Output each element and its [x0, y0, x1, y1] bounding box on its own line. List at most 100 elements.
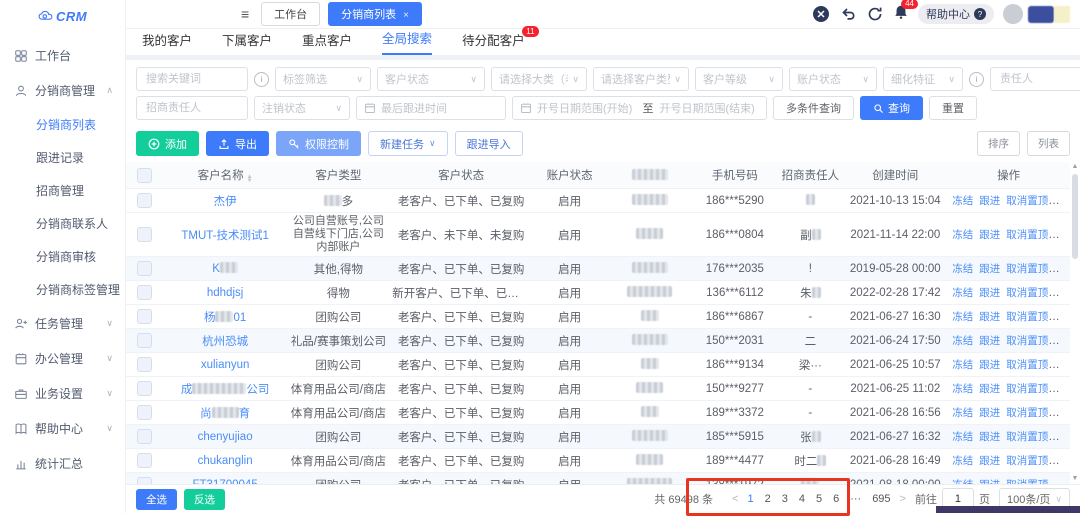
filter-text-input[interactable] — [144, 101, 240, 115]
row-checkbox[interactable] — [137, 357, 152, 372]
row-op-link[interactable]: 取消置顶 — [1006, 195, 1048, 207]
action-button[interactable]: 添加 — [136, 131, 199, 156]
column-header[interactable]: 客户类型 — [286, 162, 390, 189]
row-op-link[interactable]: 取消置顶 — [1006, 311, 1048, 323]
row-checkbox[interactable] — [137, 453, 152, 468]
row-checkbox[interactable] — [137, 333, 152, 348]
sidebar-item[interactable]: 任务管理∨ — [0, 306, 125, 341]
row-op-link[interactable]: 冻结 — [952, 479, 973, 484]
row-op-link[interactable]: 取消置顶 — [1006, 287, 1048, 299]
filter-select[interactable]: 标签筛选∨ — [275, 67, 371, 91]
row-op-link[interactable]: 取消置顶 — [1006, 479, 1048, 484]
invert-selection-button[interactable]: 反选 — [184, 489, 225, 510]
page-number[interactable]: 3 — [782, 493, 788, 505]
row-checkbox[interactable] — [137, 309, 152, 324]
scrollbar[interactable]: ▲ ▼ — [1070, 162, 1080, 484]
row-op-link[interactable]: 冻结 — [952, 431, 973, 443]
customer-name-link[interactable]: TMUT-技术测试1 — [181, 230, 269, 242]
row-checkbox[interactable] — [137, 381, 152, 396]
row-op-link[interactable]: 冻结 — [952, 311, 973, 323]
column-header[interactable] — [607, 162, 692, 189]
sidebar-subitem[interactable]: 分销商标签管理 — [36, 273, 125, 306]
action-button[interactable]: 导出 — [206, 131, 269, 156]
content-tab[interactable]: 我的客户 — [142, 30, 192, 55]
filter-button-重置[interactable]: 重置 — [929, 96, 977, 120]
tab-close-icon[interactable]: × — [403, 10, 409, 21]
customer-name-link[interactable]: K — [212, 263, 238, 275]
row-op-link[interactable]: 冻结 — [952, 383, 973, 395]
row-op-link[interactable]: 取消置顶 — [1006, 431, 1048, 443]
row-op-link[interactable]: 跟进 — [979, 229, 1000, 241]
avatar[interactable] — [1003, 4, 1023, 24]
sidebar-item[interactable]: 业务设置∨ — [0, 376, 125, 411]
row-op-link[interactable]: 冻结 — [952, 335, 973, 347]
row-op-link[interactable]: 取消置顶 — [1006, 359, 1048, 371]
sort-icon[interactable]: ▲▼ — [247, 175, 253, 183]
sidebar-item[interactable]: 工作台 — [0, 38, 125, 73]
content-tab[interactable]: 待分配客户11 — [462, 30, 525, 55]
row-op-link[interactable]: 跟进 — [979, 407, 1000, 419]
row-op-link[interactable]: 跟进 — [979, 431, 1000, 443]
row-op-link[interactable]: 取消置顶 — [1006, 335, 1048, 347]
filter-date[interactable]: 最后跟进时间 — [356, 96, 506, 120]
customer-name-link[interactable]: 杭州恐城 — [202, 336, 248, 348]
row-op-link[interactable]: 跟进 — [979, 195, 1000, 207]
action-button[interactable]: 跟进导入 — [455, 131, 523, 156]
page-number[interactable]: 6 — [833, 493, 839, 505]
row-op-link[interactable]: 取消置顶 — [1006, 263, 1048, 275]
row-op-link[interactable]: 冻结 — [952, 229, 973, 241]
row-checkbox[interactable] — [137, 285, 152, 300]
customer-name-link[interactable]: hdhdjsj — [207, 287, 243, 299]
row-op-link[interactable]: 取消置顶 — [1006, 407, 1048, 419]
row-op-link[interactable]: 跟进 — [979, 359, 1000, 371]
action-button[interactable]: 新建任务∨ — [368, 131, 448, 156]
nav-tab-inactive[interactable]: 工作台 — [261, 2, 320, 26]
row-op-link[interactable]: 跟进 — [979, 479, 1000, 484]
prev-page-icon[interactable]: < — [732, 493, 738, 505]
row-op-link[interactable]: 冻结 — [952, 263, 973, 275]
sidebar-subitem[interactable]: 分销商列表 — [36, 108, 125, 141]
hamburger-menu-icon[interactable]: ≡ — [241, 6, 249, 22]
filter-text-input[interactable] — [998, 72, 1078, 86]
column-header[interactable]: 创建时间 — [843, 162, 947, 189]
filter-select[interactable]: 客户等级∨ — [695, 67, 783, 91]
row-checkbox[interactable] — [137, 193, 152, 208]
sidebar-item[interactable]: 办公管理∨ — [0, 341, 125, 376]
scroll-thumb[interactable] — [1072, 174, 1078, 259]
row-op-link[interactable]: 冻结 — [952, 195, 973, 207]
column-header[interactable]: 客户状态 — [390, 162, 532, 189]
customer-name-link[interactable]: 杰伊 — [214, 196, 237, 208]
refresh-icon[interactable] — [866, 5, 884, 23]
column-header[interactable]: 手机号码 — [692, 162, 777, 189]
close-circle-icon[interactable] — [812, 5, 830, 23]
column-header[interactable]: 操作 — [947, 162, 1070, 189]
customer-name-link[interactable]: 尚育 — [200, 408, 250, 420]
select-all-button[interactable]: 全选 — [136, 489, 177, 510]
sidebar-item[interactable]: 统计汇总 — [0, 446, 125, 481]
sidebar-item[interactable]: 帮助中心∨ — [0, 411, 125, 446]
filter-select[interactable]: 请选择大类（老）∨ — [491, 67, 587, 91]
row-op-link[interactable]: 冻结 — [952, 359, 973, 371]
scroll-down-icon[interactable]: ▼ — [1072, 474, 1079, 484]
row-op-link[interactable]: 跟进 — [979, 383, 1000, 395]
filter-daterange[interactable]: 开号日期范围(开始)至开号日期范围(结束) — [512, 96, 767, 120]
row-op-link[interactable]: 取消置顶 — [1006, 383, 1048, 395]
view-toggle-button[interactable]: 列表 — [1027, 131, 1070, 156]
customer-name-link[interactable]: FT31700045 — [193, 479, 258, 485]
page-number[interactable]: 1 — [747, 493, 753, 505]
column-header[interactable]: 客户名称▲▼ — [164, 162, 287, 189]
customer-name-link[interactable]: chukanglin — [198, 455, 253, 467]
row-checkbox[interactable] — [137, 405, 152, 420]
undo-icon[interactable] — [839, 5, 857, 23]
content-tab[interactable]: 重点客户 — [302, 30, 352, 55]
page-number[interactable]: 2 — [765, 493, 771, 505]
customer-name-link[interactable]: 成公司 — [181, 384, 270, 396]
row-checkbox[interactable] — [137, 261, 152, 276]
row-op-link[interactable]: 冻结 — [952, 455, 973, 467]
row-op-link[interactable]: 跟进 — [979, 335, 1000, 347]
row-op-link[interactable]: 跟进 — [979, 287, 1000, 299]
customer-name-link[interactable]: xulianyun — [201, 359, 250, 371]
content-tab[interactable]: 全局搜索 — [382, 28, 432, 55]
customer-name-link[interactable]: 杨01 — [204, 312, 246, 324]
row-checkbox[interactable] — [137, 227, 152, 242]
